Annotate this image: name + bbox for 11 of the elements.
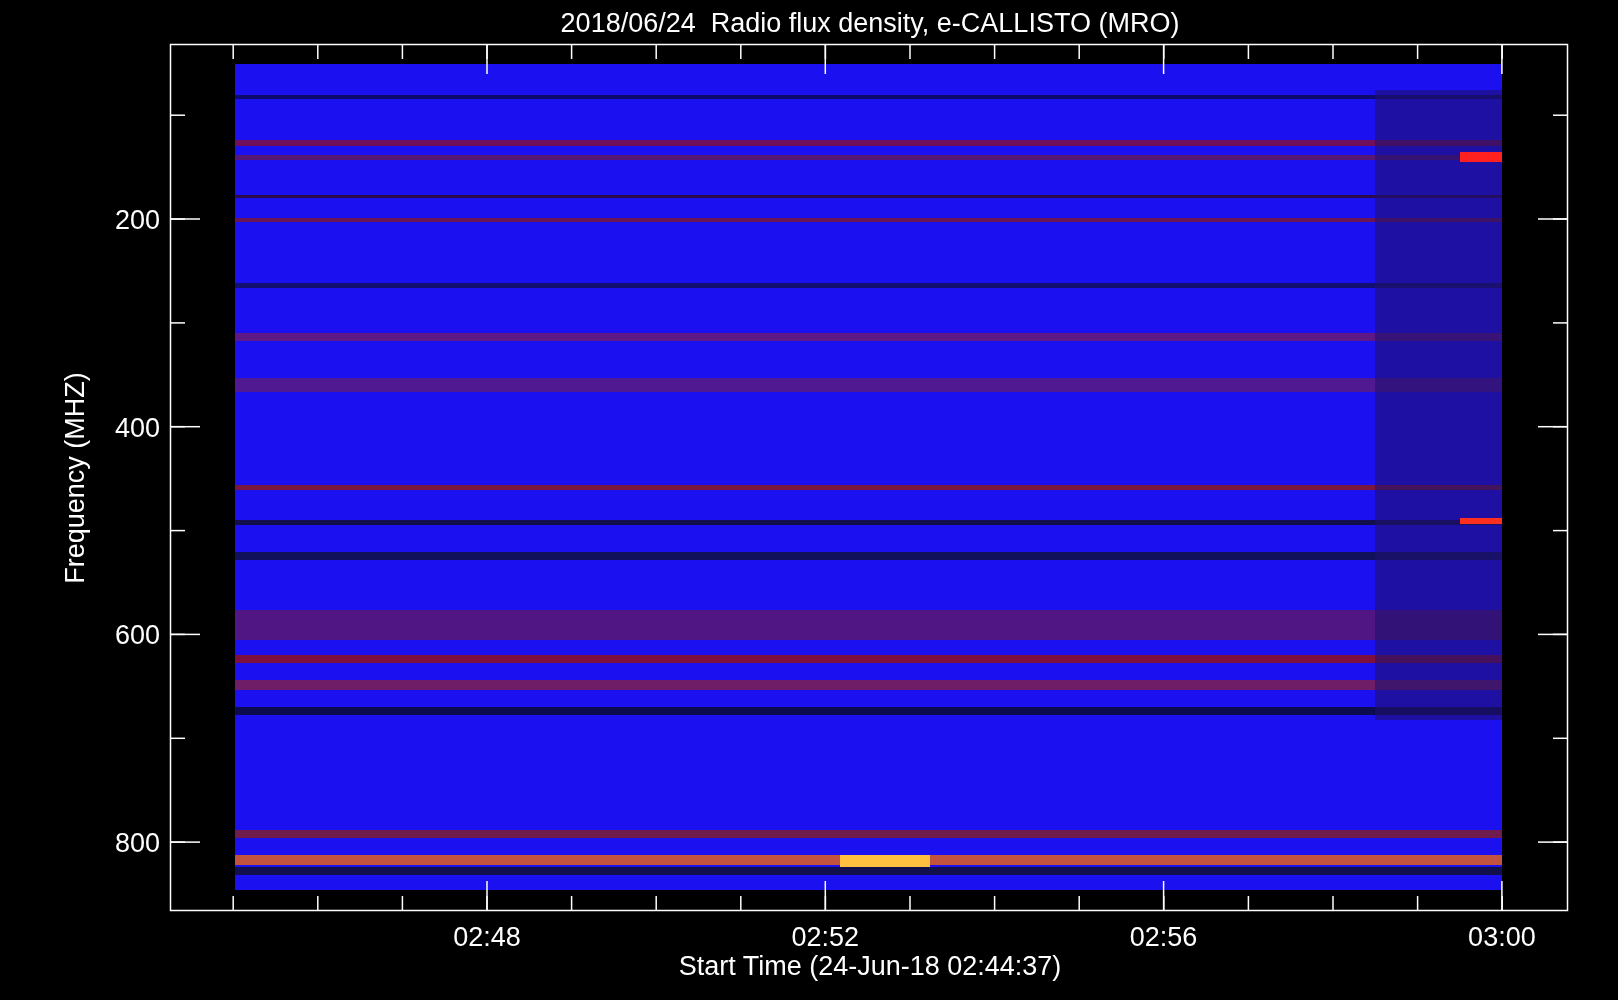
y-tick-label: 800 (114, 828, 160, 859)
plot-title: 2018/06/24 Radio flux density, e-CALLISTO (MRO) (560, 8, 1180, 38)
y-tick-label: 600 (114, 620, 160, 651)
y-axis-title: Frequency (MHZ) (60, 372, 90, 584)
x-axis-title: Start Time (24-Jun-18 02:44:37) (678, 951, 1062, 981)
y-tick-label: 200 (114, 205, 160, 235)
y-tick-label: 400 (114, 412, 160, 443)
x-tick-label: 02:48 (453, 922, 521, 952)
x-tick-label: 02:52 (791, 922, 860, 952)
x-tick-label: 02:56 (1129, 922, 1198, 952)
x-tick-label: 03:00 (1468, 922, 1536, 952)
